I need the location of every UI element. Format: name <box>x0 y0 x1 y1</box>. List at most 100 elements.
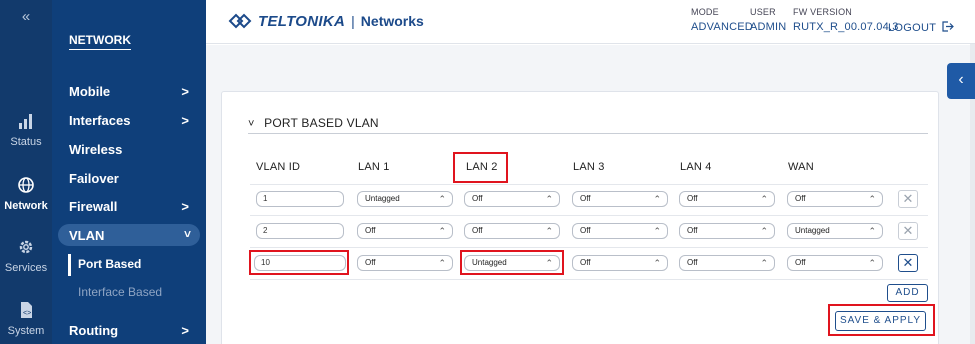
delete-row-button[interactable]: ✕ <box>898 254 918 272</box>
chevron-up-icon: ⌃ <box>545 194 553 204</box>
logout-button[interactable]: LOGOUT <box>888 21 955 34</box>
mode-indicator[interactable]: MODE ADVANCED <box>691 7 753 33</box>
wan-select[interactable]: Off ⌃ <box>787 191 883 207</box>
chevron-down-icon: ˅ <box>248 118 255 130</box>
logout-icon <box>942 21 955 32</box>
column-header-lan1: LAN 1 <box>358 161 390 173</box>
vlan-id-input[interactable]: 2 <box>256 223 344 239</box>
bar-chart-icon <box>19 114 32 129</box>
nav-subitem-port-based[interactable]: Port Based <box>78 257 141 271</box>
chevron-right-icon: > <box>181 84 189 99</box>
globe-icon <box>18 177 34 193</box>
lan2-select[interactable]: Off ⌃ <box>464 191 560 207</box>
nav-item-interfaces[interactable]: Interfaces > <box>69 113 199 128</box>
lan3-select[interactable]: Off ⌃ <box>572 223 668 239</box>
brand-separator: | <box>351 13 355 29</box>
lan1-select[interactable]: Off ⌃ <box>357 255 453 271</box>
user-indicator[interactable]: USER ADMIN <box>750 7 786 33</box>
vlan-id-input[interactable]: 1 <box>256 191 344 207</box>
rail-item-network[interactable]: Network <box>0 176 52 212</box>
collapse-menu-icon[interactable]: « <box>0 8 52 25</box>
top-header: TELTONIKA | Networks MODE ADVANCED USER … <box>206 0 975 44</box>
select-value: Off <box>687 194 698 203</box>
chevron-up-icon: ⌃ <box>868 226 876 236</box>
rail-item-label: System <box>7 325 45 337</box>
lan1-select[interactable]: Off ⌃ <box>357 223 453 239</box>
brand-logo[interactable]: TELTONIKA | Networks <box>228 10 424 32</box>
select-value: Off <box>365 226 376 235</box>
nav-item-firewall[interactable]: Firewall > <box>69 199 199 214</box>
rail-item-status[interactable]: Status <box>0 112 52 148</box>
fw-version-indicator: FW VERSION RUTX_R_00.07.04.3 <box>793 7 899 33</box>
chevron-up-icon: ⌃ <box>438 194 446 204</box>
rail-item-label: Network <box>4 200 48 212</box>
select-value: Off <box>580 258 591 267</box>
nav-item-label: Wireless <box>69 142 123 157</box>
delete-row-button[interactable]: ✕ <box>898 222 918 240</box>
app-root: « Status Network Services <> System NETW… <box>0 0 975 344</box>
highlight-vlan-id-input <box>249 250 349 275</box>
highlight-save-apply <box>828 304 935 336</box>
user-label: USER <box>750 7 776 17</box>
chevron-up-icon: ⌃ <box>653 226 661 236</box>
mode-label: MODE <box>691 7 719 17</box>
chevron-up-icon: ⌃ <box>545 226 553 236</box>
column-header-lan4: LAN 4 <box>680 161 712 173</box>
rail-item-label: Status <box>10 136 42 148</box>
lan3-select[interactable]: Off ⌃ <box>572 255 668 271</box>
rail-item-services[interactable]: Services <box>0 238 52 274</box>
nav-item-label: Routing <box>69 323 119 338</box>
row-divider <box>250 279 928 280</box>
lan4-select[interactable]: Off ⌃ <box>679 191 775 207</box>
delete-row-button[interactable]: ✕ <box>898 190 918 208</box>
rail-item-label: Services <box>4 262 48 274</box>
rail-item-system[interactable]: <> System <box>0 301 52 337</box>
side-panel-toggle[interactable]: ‹ <box>947 63 975 99</box>
file-code-icon: <> <box>21 302 32 318</box>
nav-item-vlan[interactable]: VLAN ˅ <box>58 224 200 246</box>
column-header-vlan-id: VLAN ID <box>256 161 301 173</box>
select-value: Off <box>580 194 591 203</box>
lan1-select[interactable]: Untagged ⌃ <box>357 191 453 207</box>
select-value: Off <box>795 194 806 203</box>
wan-select[interactable]: Off ⌃ <box>787 255 883 271</box>
svg-text:<>: <> <box>23 310 31 317</box>
nav-item-mobile[interactable]: Mobile > <box>69 84 199 99</box>
select-value: Off <box>795 258 806 267</box>
nav-heading: NETWORK <box>69 33 131 47</box>
section-title: PORT BASED VLAN <box>264 116 379 130</box>
add-button[interactable]: ADD <box>887 284 928 302</box>
highlight-lan2-select <box>460 250 564 275</box>
nav-panel: NETWORK Mobile > Interfaces > Wireless F… <box>52 0 206 344</box>
select-value: Off <box>687 258 698 267</box>
chevron-up-icon: ⌃ <box>760 258 768 268</box>
column-header-lan3: LAN 3 <box>573 161 605 173</box>
column-header-wan: WAN <box>788 161 814 173</box>
highlight-lan2-header <box>453 152 508 183</box>
nav-item-label: Failover <box>69 171 119 186</box>
lan4-select[interactable]: Off ⌃ <box>679 255 775 271</box>
chevron-up-icon: ⌃ <box>868 194 876 204</box>
teltonika-logo-icon <box>228 13 252 29</box>
section-header[interactable]: ˅ PORT BASED VLAN <box>248 116 379 130</box>
select-value: Off <box>687 226 698 235</box>
chevron-down-icon: ˅ <box>183 227 191 241</box>
select-value: Untagged <box>365 194 400 203</box>
user-value: ADMIN <box>750 21 787 33</box>
wan-select[interactable]: Untagged ⌃ <box>787 223 883 239</box>
chevron-up-icon: ⌃ <box>438 226 446 236</box>
lan2-select[interactable]: Off ⌃ <box>464 223 560 239</box>
lan3-select[interactable]: Off ⌃ <box>572 191 668 207</box>
chevron-right-icon: > <box>181 113 189 128</box>
chevron-up-icon: ⌃ <box>653 194 661 204</box>
chevron-up-icon: ⌃ <box>760 194 768 204</box>
chevron-up-icon: ⌃ <box>438 258 446 268</box>
chevron-up-icon: ⌃ <box>653 258 661 268</box>
mode-value: ADVANCED <box>691 21 753 33</box>
nav-item-wireless[interactable]: Wireless <box>69 142 199 157</box>
nav-item-failover[interactable]: Failover <box>69 171 199 186</box>
nav-item-routing[interactable]: Routing > <box>69 323 199 338</box>
nav-subitem-interface-based[interactable]: Interface Based <box>78 285 162 299</box>
row-divider <box>250 184 928 185</box>
lan4-select[interactable]: Off ⌃ <box>679 223 775 239</box>
